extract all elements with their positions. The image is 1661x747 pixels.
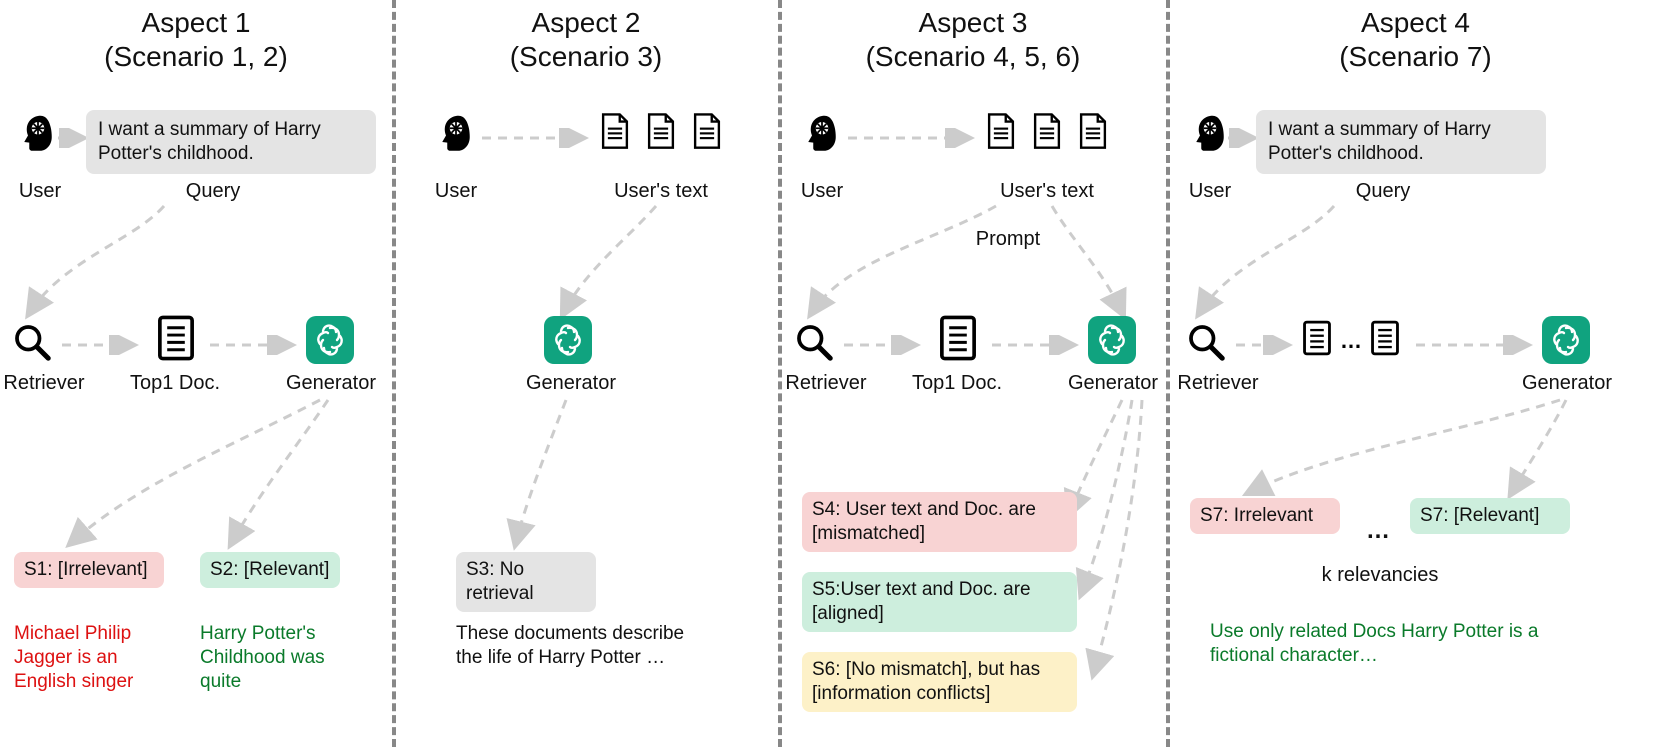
- s5-box: S5:User text and Doc. are [aligned]: [802, 572, 1077, 632]
- arrow-gen-to-s7b: [1500, 392, 1590, 502]
- s4-label: S4: User text and Doc. are [mismatched]: [812, 499, 1036, 544]
- aspect4-title-line1: Aspect 4: [1361, 7, 1470, 38]
- aspect2-title-line1: Aspect 2: [532, 7, 641, 38]
- s7a-box: S7: Irrelevant: [1190, 498, 1340, 534]
- s2-text: Harry Potter's Childhood was quite: [200, 622, 370, 693]
- retriever-icon: [1186, 322, 1226, 362]
- arrow-doc-to-generator: [208, 335, 298, 355]
- arrow-retriever-to-doc: [842, 335, 922, 355]
- s4-box: S4: User text and Doc. are [mismatched]: [802, 492, 1077, 552]
- user-head-icon: [436, 112, 476, 152]
- k-relevancies-label: k relevancies: [1300, 564, 1460, 587]
- document-icon: [936, 312, 980, 364]
- doc-label: Top1 Doc.: [902, 372, 1012, 395]
- query-label: Query: [168, 180, 258, 203]
- s7a-label: S7: Irrelevant: [1200, 505, 1313, 526]
- user-label: User: [426, 180, 486, 203]
- generator-icon: [544, 316, 592, 364]
- docs-ellipsis: …: [1338, 328, 1364, 360]
- retriever-icon: [12, 322, 52, 362]
- s3-label: S3: No retrieval: [466, 559, 534, 604]
- arrow-query-to-retriever: [1184, 200, 1344, 320]
- arrow-gen-to-s3: [506, 392, 596, 552]
- s1-text: Michael Philip Jagger is an English sing…: [14, 622, 184, 693]
- panel-aspect-1: Aspect 1 (Scenario 1, 2) User I want a s…: [0, 0, 392, 747]
- retriever-icon: [794, 322, 834, 362]
- aspect3-title-line2: (Scenario 4, 5, 6): [866, 41, 1081, 72]
- arrow-docs-to-generator: [1414, 335, 1534, 355]
- user-text-docs-icon: [982, 106, 1112, 156]
- s7b-label: S7: [Relevant]: [1420, 505, 1539, 526]
- query-bubble: I want a summary of Harry Potter's child…: [86, 110, 376, 174]
- arrow-query-to-retriever: [14, 200, 174, 320]
- aspect4-title-line2: (Scenario 7): [1339, 41, 1492, 72]
- s3-text: These documents describe the life of Har…: [456, 622, 696, 670]
- s6-label: S6: [No mismatch], but has [information …: [812, 659, 1040, 704]
- aspect3-title-line1: Aspect 3: [919, 7, 1028, 38]
- arrow-user-to-query: [56, 128, 86, 148]
- arrow-gen-to-s2: [220, 392, 360, 552]
- arrow-retriever-to-docs: [1234, 335, 1294, 355]
- user-text-docs-icon: [596, 106, 726, 156]
- s2-label: S2: [Relevant]: [210, 559, 329, 580]
- final-text: Use only related Docs Harry Potter is a …: [1210, 620, 1570, 668]
- aspect1-title-line1: Aspect 1: [142, 7, 251, 38]
- aspect1-title: Aspect 1 (Scenario 1, 2): [0, 6, 392, 73]
- query-text: I want a summary of Harry Potter's child…: [98, 119, 321, 164]
- arrow-user-to-docs: [480, 128, 590, 148]
- panel-aspect-4: Aspect 4 (Scenario 7) User I want a summ…: [1170, 0, 1661, 747]
- arrow-user-to-docs: [846, 128, 976, 148]
- generator-icon: [1088, 316, 1136, 364]
- arrow-retriever-to-doc: [60, 335, 140, 355]
- generator-icon: [1542, 316, 1590, 364]
- query-label: Query: [1338, 180, 1428, 203]
- query-text: I want a summary of Harry Potter's child…: [1268, 119, 1491, 164]
- s7b-box: S7: [Relevant]: [1410, 498, 1570, 534]
- aspect2-title-line2: (Scenario 3): [510, 41, 663, 72]
- document-icon: [154, 312, 198, 364]
- s7-ellipsis: …: [1366, 516, 1390, 546]
- aspect4-title: Aspect 4 (Scenario 7): [1170, 6, 1661, 73]
- user-head-icon: [18, 112, 58, 152]
- panel-aspect-2: Aspect 2 (Scenario 3) User User's text G…: [396, 0, 776, 747]
- arrow-gen-to-s6: [1082, 392, 1182, 682]
- s6-box: S6: [No mismatch], but has [information …: [802, 652, 1077, 712]
- s3-box: S3: No retrieval: [456, 552, 596, 612]
- aspect2-title: Aspect 2 (Scenario 3): [396, 6, 776, 73]
- s2-box: S2: [Relevant]: [200, 552, 340, 588]
- user-head-icon: [802, 112, 842, 152]
- arrow-docs-to-generator: [1042, 200, 1142, 320]
- retriever-label: Retriever: [776, 372, 876, 395]
- arrow-docs-to-generator: [556, 200, 676, 320]
- panel-aspect-3: Aspect 3 (Scenario 4, 5, 6) User User's …: [782, 0, 1164, 747]
- s1-label: S1: [Irrelevant]: [24, 559, 148, 580]
- k-docs-icon: …: [1300, 316, 1402, 360]
- s5-label: S5:User text and Doc. are [aligned]: [812, 579, 1031, 624]
- user-head-icon: [1190, 112, 1230, 152]
- arrow-doc-to-generator: [990, 335, 1080, 355]
- aspect1-title-line2: (Scenario 1, 2): [104, 41, 288, 72]
- s1-box: S1: [Irrelevant]: [14, 552, 164, 588]
- generator-icon: [306, 316, 354, 364]
- query-bubble: I want a summary of Harry Potter's child…: [1256, 110, 1546, 174]
- arrow-user-to-query: [1226, 128, 1256, 148]
- aspect3-title: Aspect 3 (Scenario 4, 5, 6): [782, 6, 1164, 73]
- arrow-docs-to-retriever: [796, 200, 1016, 320]
